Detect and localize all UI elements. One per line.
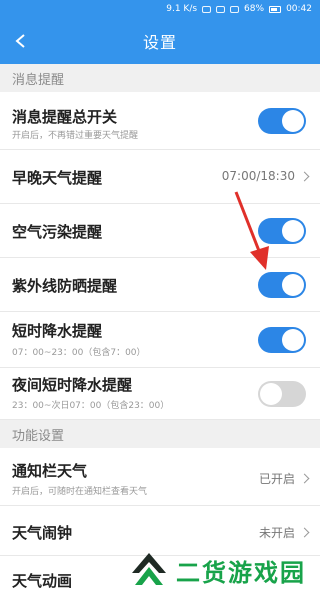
status-bar: 9.1 K/s 68% 00:42 bbox=[0, 0, 320, 18]
network-speed: 9.1 K/s bbox=[166, 4, 198, 14]
notify-bar-status: 已开启 bbox=[258, 470, 310, 487]
row-label: 紫外线防晒提醒 bbox=[12, 277, 118, 295]
row-label: 消息提醒总开关 bbox=[12, 108, 118, 126]
row-desc: 07：00~23：00（包含7：00） bbox=[12, 348, 146, 358]
row-notify-bar[interactable]: 通知栏天气 开启后，可随时在通知栏查看天气 已开启 bbox=[0, 448, 320, 506]
app-bar: 设置 bbox=[0, 18, 320, 64]
signal-icon bbox=[230, 5, 240, 13]
weather-alarm-status: 未开启 bbox=[258, 524, 310, 541]
short-rain-toggle[interactable] bbox=[258, 327, 306, 353]
row-master-switch: 消息提醒总开关 开启后，不再错过重要天气提醒 bbox=[0, 92, 320, 150]
row-label: 天气动画 bbox=[12, 572, 73, 590]
chevron-right-icon bbox=[299, 171, 310, 181]
watermark-text: 二货游戏园 bbox=[176, 558, 306, 587]
row-label: 早晚天气提醒 bbox=[12, 169, 103, 187]
battery-icon bbox=[269, 5, 282, 13]
clock: 00:42 bbox=[286, 4, 312, 14]
row-desc: 开启后，不再错过重要天气提醒 bbox=[12, 131, 139, 141]
night-rain-toggle[interactable] bbox=[258, 381, 306, 407]
row-desc: 23：00~次日07：00（包含23：00） bbox=[12, 401, 170, 411]
row-label: 天气闹钟 bbox=[12, 524, 73, 542]
morning-evening-value: 07:00/18:30 bbox=[221, 169, 310, 183]
back-arrow-icon bbox=[15, 34, 25, 48]
row-short-rain: 短时降水提醒 07：00~23：00（包含7：00） bbox=[0, 312, 320, 368]
alarm-icon bbox=[202, 5, 212, 13]
row-desc: 开启后，可随时在通知栏查看天气 bbox=[12, 487, 148, 497]
watermark: 二货游戏园 bbox=[130, 548, 320, 592]
row-label: 空气污染提醒 bbox=[12, 223, 103, 241]
page-title: 设置 bbox=[142, 33, 177, 52]
chevron-right-icon bbox=[299, 473, 310, 484]
annotation-arrow-icon bbox=[234, 191, 269, 270]
time-value: 07:00/18:30 bbox=[221, 169, 295, 183]
row-label: 通知栏天气 bbox=[12, 462, 88, 480]
chevron-right-icon bbox=[299, 527, 310, 538]
uv-toggle[interactable] bbox=[258, 272, 306, 298]
status-value: 未开启 bbox=[258, 526, 295, 540]
section-header-message: 消息提醒 bbox=[0, 64, 320, 92]
wifi-icon bbox=[216, 5, 226, 13]
section-header-function: 功能设置 bbox=[0, 420, 320, 448]
battery-percent: 68% bbox=[244, 4, 265, 14]
back-button[interactable] bbox=[10, 30, 32, 52]
row-label: 短时降水提醒 bbox=[12, 322, 103, 340]
status-value: 已开启 bbox=[258, 472, 295, 486]
master-switch-toggle[interactable] bbox=[258, 108, 306, 134]
watermark-logo-icon bbox=[132, 553, 166, 585]
row-night-rain: 夜间短时降水提醒 23：00~次日07：00（包含23：00） bbox=[0, 368, 320, 420]
row-label: 夜间短时降水提醒 bbox=[12, 376, 133, 394]
